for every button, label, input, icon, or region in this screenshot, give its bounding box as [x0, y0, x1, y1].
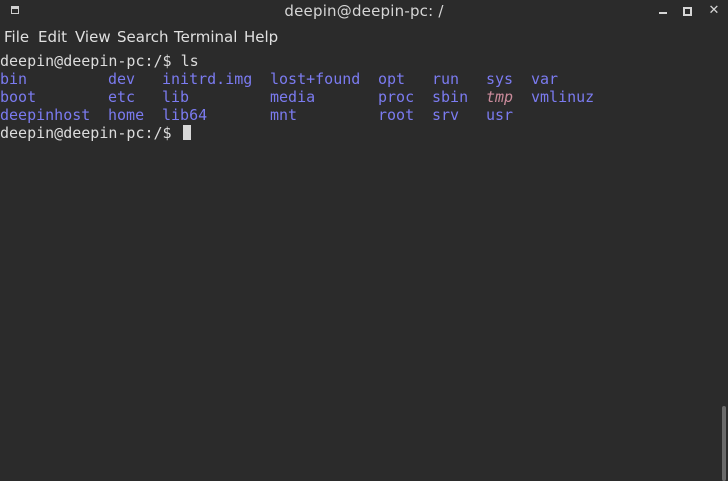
prompt-line-current: deepin@deepin-pc:/$	[0, 124, 191, 142]
maximize-button[interactable]	[680, 3, 696, 19]
menu-terminal[interactable]: Terminal	[174, 28, 237, 46]
ls-entry: etc	[108, 88, 136, 106]
terminal-window: deepin@deepin-pc: / ✕ File Edit View Sea…	[0, 0, 728, 481]
text-cursor	[182, 125, 191, 140]
ls-entry: sbin	[432, 88, 469, 106]
window-title: deepin@deepin-pc: /	[284, 2, 444, 20]
ls-entry: sys	[486, 70, 514, 88]
ls-entry: var	[531, 70, 559, 88]
ls-entry: lost+found	[270, 70, 361, 88]
ls-entry: deepinhost	[0, 106, 91, 124]
scrollbar-thumb[interactable]	[722, 406, 726, 481]
ls-entry: dev	[108, 70, 136, 88]
maximize-icon	[683, 7, 692, 16]
ls-row: bin dev initrd.img lost+found opt run sy…	[0, 70, 720, 88]
ls-entry: mnt	[270, 106, 298, 124]
ls-entry: initrd.img	[162, 70, 253, 88]
ls-entry: proc	[378, 88, 415, 106]
ls-entry: media	[270, 88, 316, 106]
prompt-text: deepin@deepin-pc:/$	[0, 124, 181, 142]
menu-edit[interactable]: Edit	[38, 28, 67, 46]
ls-entry: usr	[486, 106, 514, 124]
menu-bar: File Edit View Search Terminal Help	[0, 26, 728, 50]
ls-entry: vmlinuz	[531, 88, 595, 106]
ls-entry: srv	[432, 106, 460, 124]
menu-view[interactable]: View	[75, 28, 111, 46]
minimize-icon	[659, 12, 667, 14]
minimize-button[interactable]	[655, 3, 671, 19]
ls-entry: lib64	[162, 106, 208, 124]
close-button[interactable]: ✕	[706, 3, 722, 19]
close-icon: ✕	[708, 3, 720, 18]
ls-row: deepinhost home lib64 mnt root srv usr	[0, 106, 720, 124]
menu-help[interactable]: Help	[244, 28, 278, 46]
ls-entry: home	[108, 106, 145, 124]
menu-file[interactable]: File	[4, 28, 29, 46]
terminal-output[interactable]: deepin@deepin-pc:/$ ls bin dev initrd.im…	[0, 51, 720, 481]
title-bar[interactable]: deepin@deepin-pc: / ✕	[0, 0, 728, 24]
prompt-line-ls: deepin@deepin-pc:/$ ls	[0, 52, 199, 70]
ls-entry: root	[378, 106, 415, 124]
ls-row: boot etc lib media proc sbin tmp vmlinuz	[0, 88, 720, 106]
ls-entry: opt	[378, 70, 406, 88]
menu-search[interactable]: Search	[117, 28, 169, 46]
ls-entry: bin	[0, 70, 28, 88]
ls-entry: tmp	[486, 88, 514, 106]
ls-entry: run	[432, 70, 460, 88]
ls-entry: boot	[0, 88, 37, 106]
ls-entry: lib	[162, 88, 190, 106]
